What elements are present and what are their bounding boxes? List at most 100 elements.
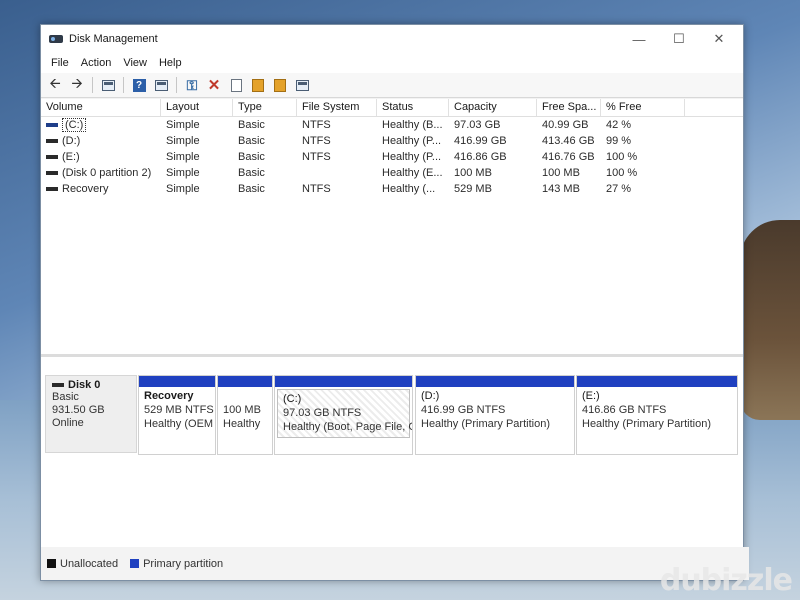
toolbar-separator [176,77,177,93]
menu-help[interactable]: Help [153,57,188,69]
volume-name: (D:) [62,135,81,147]
legend-primary-label: Primary partition [143,557,224,570]
toolbar-separator [92,77,93,93]
percent-free-cell: 42 % [606,119,632,131]
forward-arrow-icon[interactable]: 🡪 [67,75,87,95]
free-space-cell: 100 MB [542,167,580,179]
layout-cell: Simple [166,119,200,131]
list-icon[interactable] [292,75,312,95]
legend-unallocated: Unallocated [47,558,118,570]
volume-list: Volume Layout Type File System Status Ca… [41,99,743,357]
legend-primary-partition: Primary partition [130,558,223,570]
primary-partition-bar [275,376,412,387]
partition-status: Healthy [223,418,261,430]
partition-disk0-partition2[interactable]: 100 MB Healthy [217,375,273,455]
back-arrow-icon[interactable]: 🡨 [45,75,65,95]
percent-free-cell: 100 % [606,151,638,163]
status-cell: Healthy (B... [382,119,443,131]
status-cell: Healthy (P... [382,151,442,163]
import-icon[interactable] [248,75,268,95]
toolbar-separator [123,77,124,93]
capacity-cell: 529 MB [454,183,492,195]
column-header-status[interactable]: Status [377,99,449,116]
disk-0-label[interactable]: Disk 0 Basic 931.50 GB Online [45,375,137,453]
menu-view[interactable]: View [117,57,153,69]
primary-partition-swatch [130,559,140,568]
table-row[interactable]: Recovery Simple Basic NTFS Healthy (... … [41,181,743,197]
partition-status: Healthy (Primary Partition) [582,418,711,430]
column-header-type[interactable]: Type [233,99,297,116]
type-cell: Basic [238,183,265,195]
title-bar[interactable]: Disk Management — ☐ ✕ [41,25,743,53]
type-cell: Basic [238,119,265,131]
disk-management-window: Disk Management — ☐ ✕ File Action View H… [40,24,749,581]
volume-icon [46,155,58,160]
column-header-file-system[interactable]: File System [297,99,377,116]
partition-recovery[interactable]: Recovery 529 MB NTFS Healthy (OEM [138,375,216,455]
check-icon[interactable] [226,75,246,95]
maximize-button[interactable]: ☐ [659,25,699,53]
column-header-percent-free[interactable]: % Free [601,99,685,116]
refresh-icon[interactable] [270,75,290,95]
column-header-layout[interactable]: Layout [161,99,233,116]
volume-name: Recovery [62,183,109,195]
column-header-capacity[interactable]: Capacity [449,99,537,116]
properties-icon[interactable] [151,75,171,95]
column-header-free-space[interactable]: Free Spa... [537,99,601,116]
menu-action[interactable]: Action [75,57,118,69]
partition-name [223,390,267,403]
percent-free-cell: 99 % [606,135,632,147]
minimize-button[interactable]: — [619,25,659,53]
file-system-cell [297,165,377,181]
partition-d[interactable]: (D:) 416.99 GB NTFS Healthy (Primary Par… [415,375,575,455]
legend: Unallocated Primary partition [41,547,749,580]
percent-free-cell: 27 % [606,183,632,195]
partition-status: Healthy (Boot, Page File, C [283,421,413,433]
partition-e[interactable]: (E:) 416.86 GB NTFS Healthy (Primary Par… [576,375,738,455]
table-row[interactable]: (E:) Simple Basic NTFS Healthy (P... 416… [41,149,743,165]
partition-size: 97.03 GB NTFS [283,407,362,419]
free-space-cell: 143 MB [542,183,580,195]
table-row[interactable]: (Disk 0 partition 2) Simple Basic Health… [41,165,743,181]
disk-size: 931.50 GB [52,404,105,416]
connect-disk-icon[interactable]: ⚿ [182,75,202,95]
layout-cell: Simple [166,135,200,147]
menu-file[interactable]: File [45,57,75,69]
type-cell: Basic [238,151,265,163]
type-cell: Basic [238,167,265,179]
status-cell: Healthy (E... [382,167,443,179]
legend-unallocated-label: Unallocated [60,557,119,570]
partition-size: 100 MB [223,404,261,416]
volume-icon [46,187,58,192]
delete-icon[interactable]: ✕ [204,75,224,95]
percent-free-cell: 100 % [606,167,638,179]
partition-name: Recovery [144,390,194,402]
console-tree-icon[interactable] [98,75,118,95]
status-cell: Healthy (P... [382,135,442,147]
menu-bar: File Action View Help [41,53,743,73]
partition-c[interactable]: (C:) 97.03 GB NTFS Healthy (Boot, Page F… [274,375,413,455]
window-title: Disk Management [69,33,158,45]
volume-icon [46,123,58,128]
file-system-cell: NTFS [302,135,331,147]
column-header-volume[interactable]: Volume [41,99,161,116]
capacity-cell: 416.99 GB [454,135,507,147]
file-system-cell: NTFS [302,119,331,131]
toolbar: 🡨 🡪 ? ⚿ ✕ [41,73,743,98]
layout-cell: Simple [166,151,200,163]
table-row[interactable]: (C:) Simple Basic NTFS Healthy (B... 97.… [41,117,743,133]
partition-size: 416.99 GB NTFS [421,404,506,416]
partition-name: (C:) [283,393,302,405]
help-icon[interactable]: ? [129,75,149,95]
disk-management-app-icon [49,33,63,45]
primary-partition-bar [139,376,215,387]
file-system-cell: NTFS [302,183,331,195]
table-row[interactable]: (D:) Simple Basic NTFS Healthy (P... 416… [41,133,743,149]
volume-list-header: Volume Layout Type File System Status Ca… [41,99,743,117]
layout-cell: Simple [166,183,200,195]
volume-icon [46,171,58,176]
close-button[interactable]: ✕ [699,25,739,53]
primary-partition-bar [218,376,272,387]
capacity-cell: 100 MB [454,167,492,179]
desktop-background-rock [740,220,800,420]
